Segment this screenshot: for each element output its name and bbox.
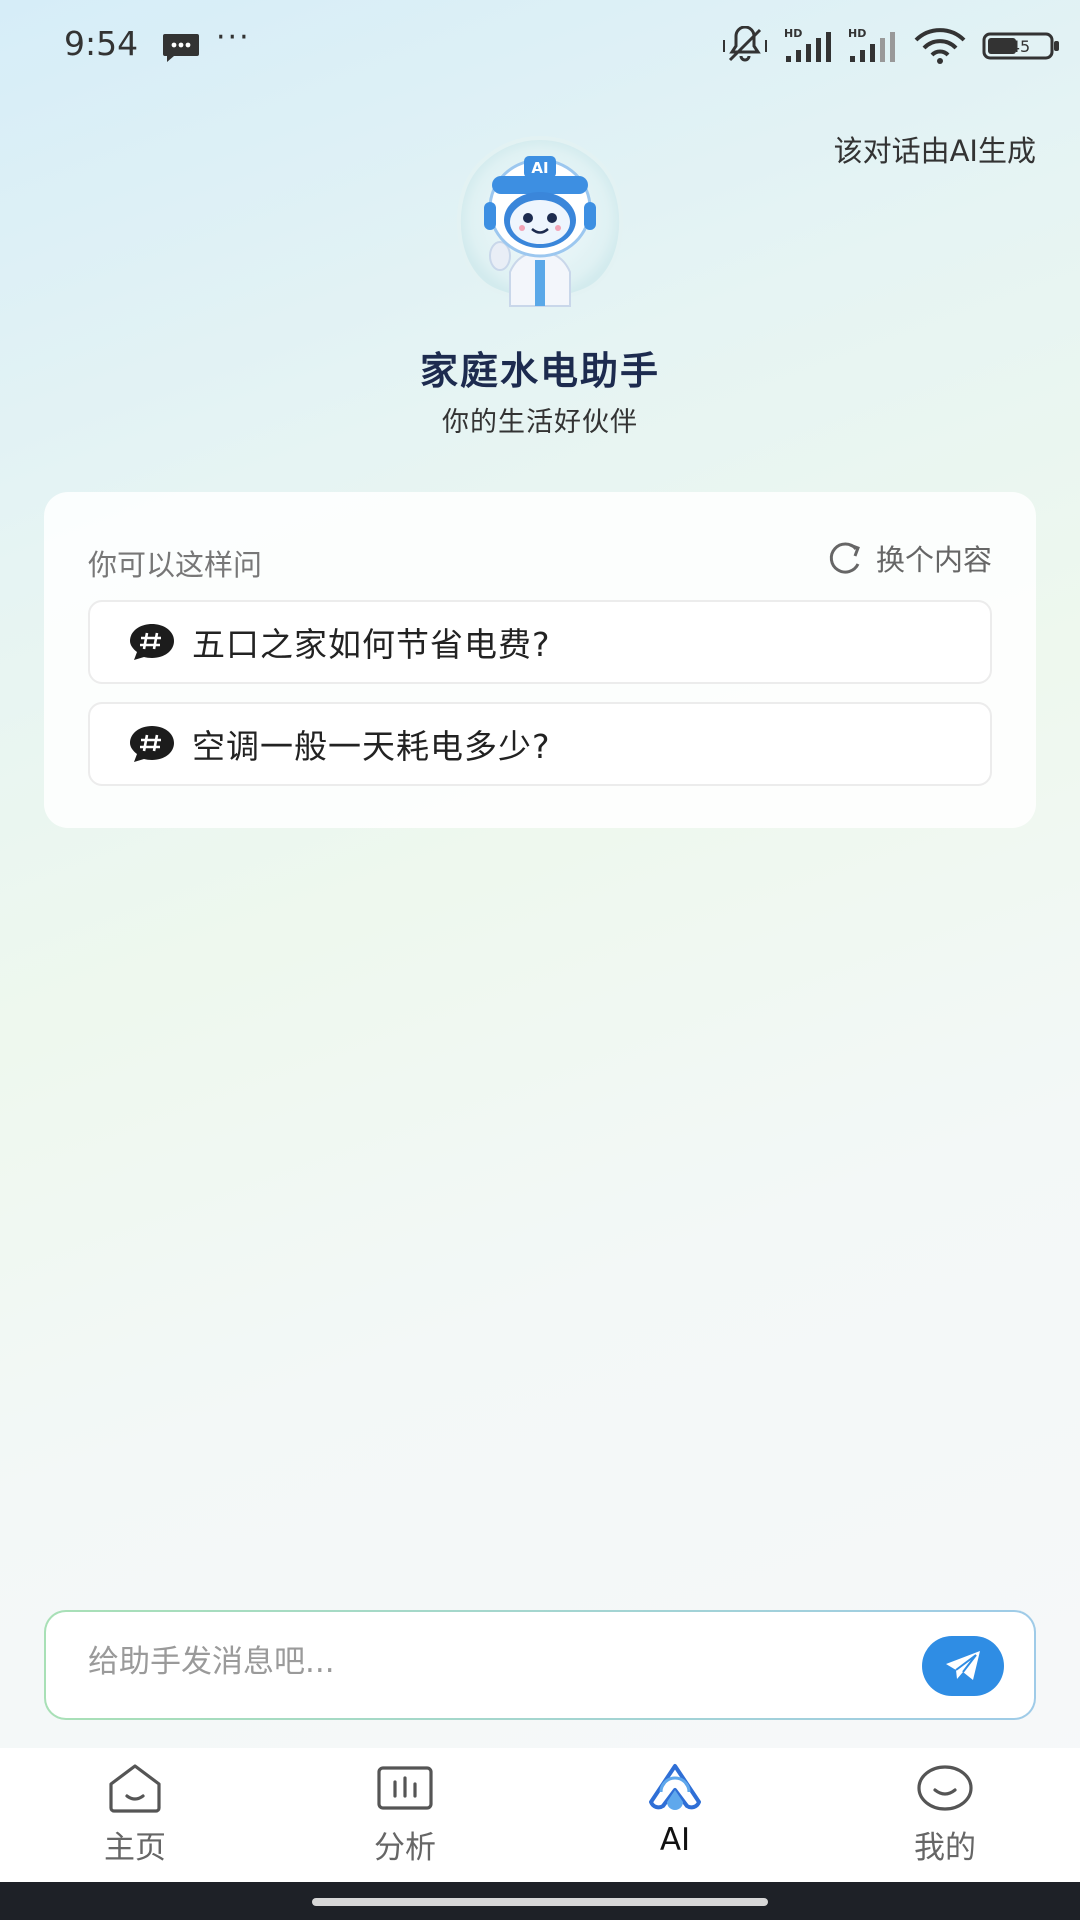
refresh-suggestions-button[interactable]: 换个内容 [826,536,992,580]
svg-text:HD: HD [848,27,866,40]
bottom-tab-bar: 主页 分析 AI 我的 [0,1748,1080,1882]
home-icon [109,1764,161,1813]
suggestion-text: 五口之家如何节省电费? [192,625,551,664]
mute-icon [723,26,767,62]
suggestions-heading: 你可以这样问 [88,548,263,582]
avatar-badge: AI [531,159,548,177]
tab-home[interactable]: 主页 [55,1762,215,1872]
tab-ai[interactable]: AI [595,1762,755,1872]
tab-analysis[interactable]: 分析 [325,1762,485,1872]
battery-level: 45 [1010,37,1030,56]
ai-generated-note: 该对话由AI生成 [833,134,1036,168]
robot-mascot-icon: AI [456,135,624,307]
profile-icon [917,1765,973,1811]
message-icon [163,34,199,62]
status-time: 9:54 [64,24,139,63]
chart-icon [377,1766,433,1810]
tab-label: 分析 [374,1830,436,1866]
app-subtitle: 你的生活好伙伴 [442,407,638,438]
send-button[interactable] [922,1636,1004,1696]
suggestion-item[interactable]: 空调一般一天耗电多少? [88,702,992,786]
hd-signal-icon-2: HD [848,27,895,62]
hd-signal-icon: HD [784,27,831,62]
message-input[interactable] [88,1644,888,1680]
assistant-avatar: AI [418,132,662,312]
tab-label: AI [659,1822,691,1858]
hashtag-bubble-icon [130,726,174,762]
message-composer [44,1610,1036,1720]
battery-icon: 45 [982,32,1059,60]
hashtag-bubble-icon [130,624,174,660]
home-indicator[interactable] [312,1898,768,1906]
send-icon [946,1651,980,1680]
tab-label: 我的 [914,1830,976,1866]
refresh-icon [829,542,860,574]
svg-text:HD: HD [784,27,802,40]
refresh-label: 换个内容 [875,543,992,577]
more-dots-icon: ··· [216,20,251,55]
system-gesture-bar [0,1882,1080,1920]
status-icons: HD HD 45 [720,26,1080,66]
wifi-icon [914,28,966,64]
ai-logo-icon [649,1764,701,1810]
suggestions-card: 你可以这样问 换个内容 五口之家如何节省电费? 空调一般一天耗电多少? [44,492,1036,828]
status-bar: 9:54 ··· HD HD 45 [0,0,1080,90]
tab-label: 主页 [104,1830,166,1866]
tab-profile[interactable]: 我的 [865,1762,1025,1872]
suggestion-text: 空调一般一天耗电多少? [192,727,551,766]
app-title: 家庭水电助手 [419,349,660,393]
suggestion-item[interactable]: 五口之家如何节省电费? [88,600,992,684]
